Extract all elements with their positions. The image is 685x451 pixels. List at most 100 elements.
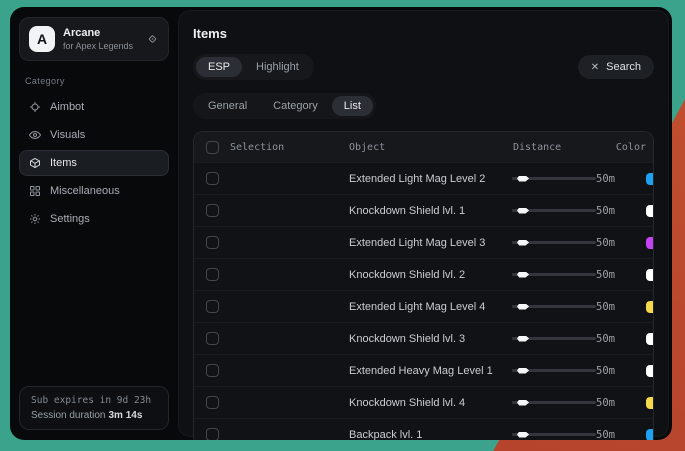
app-header: A Arcane for Apex Legends <box>19 17 169 61</box>
table-row: Extended Light Mag Level 2 50m <box>194 162 653 194</box>
color-swatch[interactable] <box>646 205 654 217</box>
sidebar-item-label: Items <box>50 157 77 169</box>
column-header-selection: Selection <box>230 142 284 153</box>
distance-slider[interactable] <box>512 302 596 312</box>
column-header-object: Object <box>344 142 512 153</box>
object-name: Extended Heavy Mag Level 1 <box>344 365 512 377</box>
table-body: Extended Light Mag Level 2 50m Knockdown… <box>194 162 653 440</box>
sidebar-item-label: Miscellaneous <box>50 185 120 197</box>
sidebar-item-settings[interactable]: Settings <box>19 206 169 232</box>
tab-general[interactable]: General <box>196 96 259 116</box>
gear-icon <box>29 213 41 225</box>
column-header-distance: Distance <box>512 142 611 153</box>
sidebar-item-items[interactable]: Items <box>19 150 169 176</box>
main-panel: Items ESP Highlight ✕ Search General Cat… <box>178 10 669 437</box>
color-swatch[interactable] <box>646 333 654 345</box>
category-section-label: Category <box>25 76 163 86</box>
distance-value: 50m <box>596 397 625 409</box>
distance-slider[interactable] <box>512 206 596 216</box>
row-checkbox[interactable] <box>206 332 219 345</box>
row-checkbox[interactable] <box>206 172 219 185</box>
mode-tabs: ESP Highlight <box>193 54 314 80</box>
object-name: Knockdown Shield lvl. 3 <box>344 333 512 345</box>
distance-value: 50m <box>596 269 625 281</box>
search-button[interactable]: ✕ Search <box>578 55 654 79</box>
table-row: Backpack lvl. 1 50m <box>194 418 653 440</box>
table-row: Knockdown Shield lvl. 4 50m <box>194 386 653 418</box>
color-swatch[interactable] <box>646 269 654 281</box>
search-button-label: Search <box>606 61 641 73</box>
color-swatch[interactable] <box>646 173 654 185</box>
distance-value: 50m <box>596 301 625 313</box>
object-name: Backpack lvl. 1 <box>344 429 512 441</box>
x-icon: ✕ <box>591 62 599 73</box>
tab-esp[interactable]: ESP <box>196 57 242 77</box>
crosshair-icon <box>29 101 41 113</box>
row-checkbox[interactable] <box>206 428 219 440</box>
table-row: Extended Light Mag Level 3 50m <box>194 226 653 258</box>
row-checkbox[interactable] <box>206 236 219 249</box>
table-row: Knockdown Shield lvl. 3 50m <box>194 322 653 354</box>
tab-category[interactable]: Category <box>261 96 330 116</box>
row-checkbox[interactable] <box>206 364 219 377</box>
row-checkbox[interactable] <box>206 300 219 313</box>
distance-value: 50m <box>596 173 625 185</box>
sidebar: A Arcane for Apex Legends Category Aimbo… <box>10 7 178 440</box>
distance-value: 50m <box>596 205 625 217</box>
distance-value: 50m <box>596 365 625 377</box>
row-checkbox[interactable] <box>206 204 219 217</box>
tab-list[interactable]: List <box>332 96 373 116</box>
color-swatch[interactable] <box>646 237 654 249</box>
table-row: Knockdown Shield lvl. 2 50m <box>194 258 653 290</box>
color-swatch[interactable] <box>646 365 654 377</box>
distance-slider[interactable] <box>512 430 596 440</box>
select-all-checkbox[interactable] <box>206 141 219 154</box>
object-name: Knockdown Shield lvl. 2 <box>344 269 512 281</box>
sidebar-item-aimbot[interactable]: Aimbot <box>19 94 169 120</box>
session-info-card: Sub expires in 9d 23h Session duration3m… <box>19 386 169 430</box>
distance-slider[interactable] <box>512 398 596 408</box>
app-logo: A <box>29 26 55 52</box>
object-name: Extended Light Mag Level 2 <box>344 173 512 185</box>
color-swatch[interactable] <box>646 397 654 409</box>
distance-slider[interactable] <box>512 238 596 248</box>
tab-highlight[interactable]: Highlight <box>244 57 311 77</box>
column-header-color: Color <box>611 142 653 153</box>
distance-slider[interactable] <box>512 174 596 184</box>
items-table: Selection Object Distance Color Extended… <box>193 131 654 440</box>
distance-slider[interactable] <box>512 366 596 376</box>
session-duration: Session duration3m 14s <box>31 410 157 421</box>
sidebar-item-label: Visuals <box>50 129 85 141</box>
session-duration-value: 3m 14s <box>109 410 143 421</box>
object-name: Extended Light Mag Level 4 <box>344 301 512 313</box>
row-checkbox[interactable] <box>206 268 219 281</box>
object-name: Knockdown Shield lvl. 1 <box>344 205 512 217</box>
color-swatch[interactable] <box>646 301 654 313</box>
sidebar-item-label: Aimbot <box>50 101 84 113</box>
table-row: Knockdown Shield lvl. 1 50m <box>194 194 653 226</box>
session-duration-label: Session duration <box>31 410 106 421</box>
object-name: Extended Light Mag Level 3 <box>344 237 512 249</box>
eye-icon <box>29 129 41 141</box>
distance-value: 50m <box>596 429 625 441</box>
distance-value: 50m <box>596 237 625 249</box>
distance-slider[interactable] <box>512 334 596 344</box>
page-title: Items <box>193 26 654 41</box>
sidebar-item-miscellaneous[interactable]: Miscellaneous <box>19 178 169 204</box>
object-name: Knockdown Shield lvl. 4 <box>344 397 512 409</box>
table-row: Extended Light Mag Level 4 50m <box>194 290 653 322</box>
distance-value: 50m <box>596 333 625 345</box>
table-header-row: Selection Object Distance Color <box>194 132 653 162</box>
app-subtitle: for Apex Legends <box>63 40 133 52</box>
grid-icon <box>29 185 41 197</box>
package-icon <box>29 157 41 169</box>
table-row: Extended Heavy Mag Level 1 50m <box>194 354 653 386</box>
row-checkbox[interactable] <box>206 396 219 409</box>
color-swatch[interactable] <box>646 429 654 441</box>
app-name: Arcane <box>63 27 133 40</box>
distance-slider[interactable] <box>512 270 596 280</box>
diamond-icon[interactable] <box>146 33 159 46</box>
app-window: A Arcane for Apex Legends Category Aimbo… <box>10 7 672 440</box>
subscription-expiry: Sub expires in 9d 23h <box>31 395 157 406</box>
sidebar-item-visuals[interactable]: Visuals <box>19 122 169 148</box>
